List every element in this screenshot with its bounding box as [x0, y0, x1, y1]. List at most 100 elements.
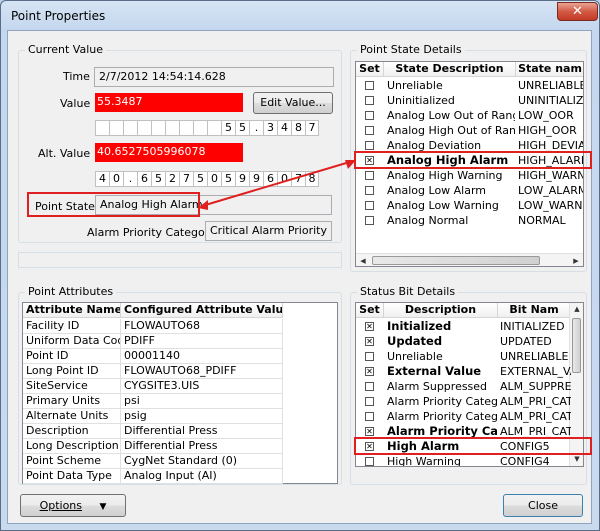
state-checkbox[interactable]: [365, 81, 374, 90]
bit-name: CONFIG4: [500, 455, 550, 467]
bit-row[interactable]: High Warning CONFIG4: [356, 454, 571, 467]
state-col-set[interactable]: Set: [356, 62, 384, 77]
state-row[interactable]: Analog High Out of RangeHIGH_OOR: [356, 123, 583, 138]
bit-checkbox[interactable]: ✕: [365, 427, 374, 436]
bit-vscroll-thumb[interactable]: [572, 318, 581, 373]
state-row[interactable]: Analog Low Warning LOW_WARNI: [356, 198, 584, 213]
alt-value-digit: 4: [95, 171, 109, 187]
attribute-name: Point ID: [23, 349, 121, 364]
bit-col-name[interactable]: Bit Nam: [498, 303, 571, 318]
bit-name: ALM_PRI_CAT: [500, 395, 571, 408]
value-digit: [109, 120, 123, 136]
value-digit: 8: [291, 120, 305, 136]
bit-name: UPDATED: [500, 335, 552, 348]
alt-value-label: Alt. Value: [38, 147, 91, 160]
value-digit: [137, 120, 151, 136]
state-checkbox[interactable]: [365, 141, 374, 150]
state-row[interactable]: Uninitialized UNINITIALIZE: [356, 93, 584, 108]
point-attributes-group-label: Point Attributes: [25, 285, 117, 298]
dropdown-arrow-icon: ▼: [99, 502, 107, 512]
attribute-value: CygNet Standard (0): [121, 454, 283, 469]
bit-row[interactable]: Alarm Priority CategorALM_PRI_CAT: [356, 409, 571, 424]
state-name: LOW_WARNI: [518, 199, 584, 212]
state-row[interactable]: Unreliable UNRELIABLE: [356, 78, 583, 93]
bit-row[interactable]: Unreliable UNRELIABLE: [356, 349, 571, 364]
state-checkbox[interactable]: [365, 186, 374, 195]
state-description: Analog High Warning: [387, 169, 503, 182]
bit-row[interactable]: Alarm Suppressed ALM_SUPPRES: [356, 379, 571, 394]
close-button[interactable]: Close: [503, 494, 583, 517]
current-value-group-label: Current Value: [25, 43, 107, 56]
state-checkbox[interactable]: [365, 96, 374, 105]
attribute-name: Long Description: [23, 439, 121, 454]
state-checkbox[interactable]: [365, 111, 374, 120]
scroll-left-icon[interactable]: ◀: [356, 257, 370, 265]
bit-checkbox[interactable]: ✕: [365, 367, 374, 376]
bit-checkbox[interactable]: [365, 352, 374, 361]
attribute-name: Point Data Type: [23, 469, 121, 484]
state-col-description[interactable]: State Description: [384, 62, 516, 77]
state-name: HIGH_OOR: [518, 124, 577, 137]
bit-checkbox[interactable]: ✕: [365, 322, 374, 331]
attribute-value: Differential Press: [121, 439, 283, 454]
state-name: UNINITIALIZE: [518, 94, 584, 107]
edit-value-button[interactable]: Edit Value...: [253, 92, 333, 114]
state-row[interactable]: Analog Low Out of Range LOW_OOR: [356, 108, 583, 123]
attribute-value: CYGSITE3.UIS: [121, 379, 283, 394]
bit-checkbox[interactable]: [365, 397, 374, 406]
state-hscroll-thumb[interactable]: [372, 256, 540, 265]
bit-checkbox[interactable]: [365, 382, 374, 391]
bit-description: External Value: [387, 364, 482, 378]
attribute-value: 00001140: [121, 349, 283, 364]
bit-row[interactable]: ✕ External Value EXTERNAL_VA: [356, 364, 571, 379]
annotation-arrow-icon: [198, 160, 356, 210]
attribute-value: psi: [121, 394, 283, 409]
alt-value-digit: 2: [165, 171, 179, 187]
scroll-down-icon[interactable]: ▼: [570, 455, 583, 463]
time-field: 2/7/2012 14:54:14.628: [94, 67, 334, 87]
bit-row[interactable]: ✕ Updated UPDATED: [356, 334, 571, 349]
state-checkbox[interactable]: [365, 126, 374, 135]
point-attributes-grid[interactable]: Attribute Name Configured Attribute Valu…: [22, 302, 338, 484]
bit-checkbox[interactable]: [365, 457, 374, 466]
attr-col-name[interactable]: Attribute Name: [23, 303, 121, 318]
bit-col-set[interactable]: Set: [356, 303, 384, 318]
scroll-up-icon[interactable]: ▲: [570, 305, 583, 313]
state-col-name[interactable]: State nam: [516, 62, 583, 77]
attribute-name: Description: [23, 424, 121, 439]
title-bar: Point Properties ✕: [1, 1, 599, 31]
state-list-hscroll[interactable]: ◀ ▶: [356, 253, 583, 266]
bit-checkbox[interactable]: ✕: [365, 337, 374, 346]
point-state-annotation-box: [27, 192, 200, 217]
bit-name: INITIALIZED: [500, 320, 565, 333]
state-checkbox[interactable]: [365, 171, 374, 180]
state-row[interactable]: Analog Normal NORMAL: [356, 213, 583, 228]
attribute-name: Facility ID: [23, 319, 121, 334]
value-digit: [193, 120, 207, 136]
attribute-value: FLOWAUTO68_PDIFF: [121, 364, 283, 379]
state-description: Analog Normal: [387, 214, 469, 227]
attr-col-value[interactable]: Configured Attribute Value: [121, 303, 283, 318]
status-strip: [18, 252, 342, 268]
bit-description: Unreliable: [387, 350, 443, 363]
options-button[interactable]: Options ▼: [20, 494, 126, 517]
scroll-right-icon[interactable]: ▶: [569, 257, 583, 265]
bit-name: ALM_SUPPRES: [500, 380, 571, 393]
value-digit: [207, 120, 221, 136]
bit-description: Alarm Priority Categor: [387, 410, 497, 423]
status-bit-details-group-label: Status Bit Details: [357, 285, 459, 298]
bit-row[interactable]: Alarm Priority CategorALM_PRI_CAT: [356, 394, 571, 409]
bit-checkbox[interactable]: [365, 412, 374, 421]
alt-value-digit: .: [123, 171, 137, 187]
bit-name: UNRELIABLE: [500, 350, 569, 363]
state-checkbox[interactable]: [365, 216, 374, 225]
bit-description: High Warning: [387, 455, 462, 467]
bit-col-description[interactable]: Description: [384, 303, 498, 318]
bit-row[interactable]: ✕ Initialized INITIALIZED: [356, 319, 571, 334]
state-checkbox[interactable]: [365, 201, 374, 210]
high-alarm-state-annotation-box: [354, 151, 592, 169]
value-digit: [95, 120, 109, 136]
window-close-button[interactable]: ✕: [557, 2, 598, 21]
state-row[interactable]: Analog High Warning HIGH_WARNI: [356, 168, 583, 183]
state-row[interactable]: Analog Low Alarm LOW_ALARM: [356, 183, 583, 198]
